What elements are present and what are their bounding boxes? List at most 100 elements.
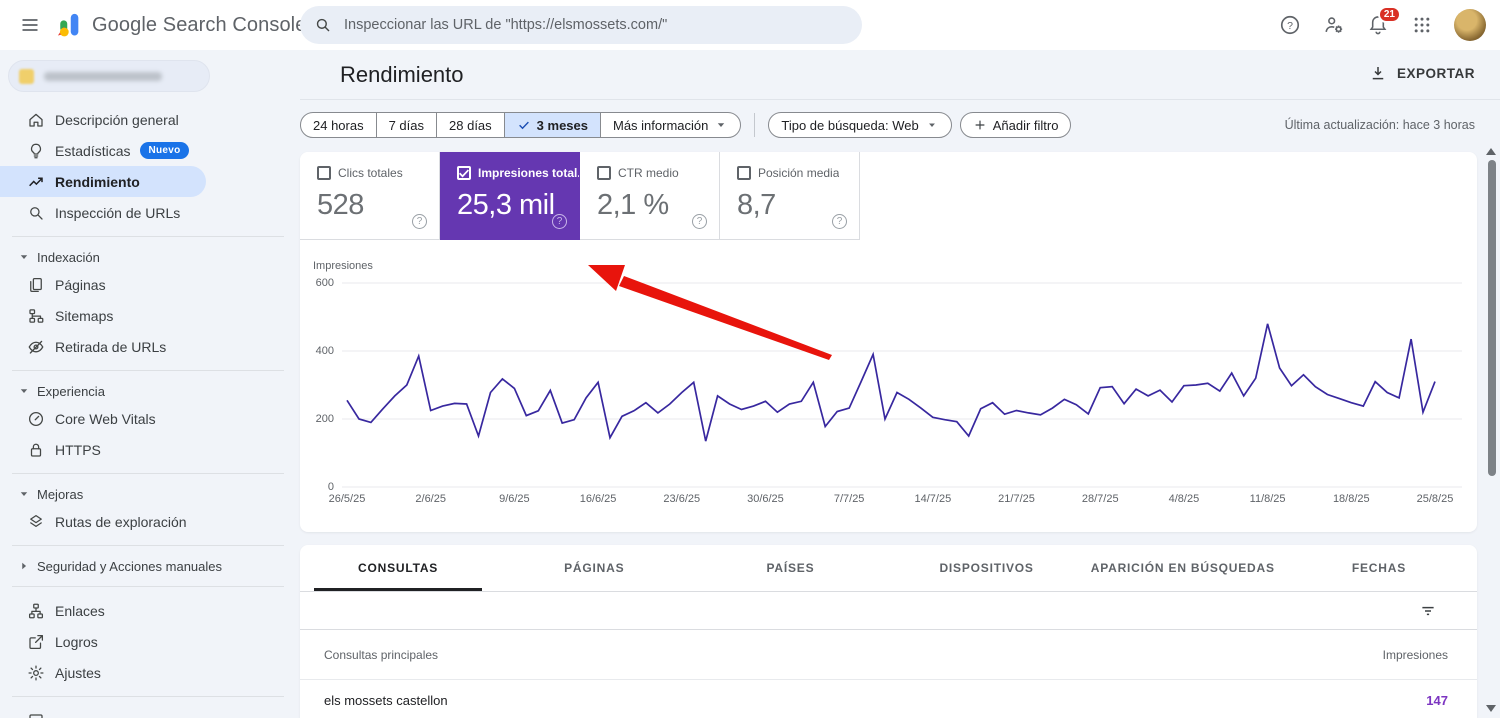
sidebar-item-sitemaps[interactable]: Sitemaps: [0, 300, 206, 331]
sidebar-item-estadisticas[interactable]: EstadísticasNuevo: [0, 135, 206, 166]
sidebar-section-mejoras[interactable]: Mejoras: [0, 482, 300, 506]
core-web-vitals-icon: [27, 410, 45, 428]
app-title: Google Search Console: [92, 14, 306, 37]
tab-paises[interactable]: PAÍSES: [692, 545, 888, 591]
sidebar-item-paginas[interactable]: Páginas: [0, 269, 206, 300]
lightbulb-icon: [27, 142, 45, 160]
google-search-console-app: Google Search Console ? 21: [0, 0, 1500, 718]
tab-paginas[interactable]: PÁGINAS: [496, 545, 692, 591]
sidebar-item-retirada-de-urls[interactable]: Retirada de URLs: [0, 331, 206, 362]
tab-dispositivos[interactable]: DISPOSITIVOS: [889, 545, 1085, 591]
metric-checkbox[interactable]: [457, 166, 471, 180]
date-range-label: 7 días: [389, 118, 424, 133]
sidebar-divider: [12, 696, 284, 697]
metric-label: CTR medio: [618, 166, 679, 180]
export-button[interactable]: EXPORTAR: [1369, 64, 1475, 82]
sidebar-item-label: Rendimiento: [55, 174, 140, 190]
export-label: EXPORTAR: [1397, 66, 1475, 81]
sidebar-section-seguridad-y-acciones-manuales[interactable]: Seguridad y Acciones manuales: [0, 554, 300, 578]
sidebar-item-descripcion-general[interactable]: Descripción general: [0, 104, 206, 135]
sidebar-item-enlaces[interactable]: Enlaces: [0, 595, 206, 626]
url-inspect-search-bar[interactable]: [300, 6, 862, 44]
sidebar-section-indexacion[interactable]: Indexación: [0, 245, 300, 269]
scrollbar-down-arrow[interactable]: [1486, 705, 1496, 712]
x-axis-tick-label: 30/6/25: [733, 493, 797, 505]
tab-aparicion-en-busquedas[interactable]: APARICIÓN EN BÚSQUEDAS: [1085, 545, 1281, 591]
sidebar: Descripción generalEstadísticasNuevo Rend…: [0, 50, 300, 718]
sidebar-item-label: Logros: [55, 634, 98, 650]
help-icon[interactable]: ?: [1278, 13, 1302, 37]
filter-funnel-icon[interactable]: [1419, 602, 1437, 620]
table-filter-row: [300, 592, 1477, 630]
metric-cards-row: Clics totales528?Impresiones total...25,…: [300, 152, 860, 240]
metric-label-row: Impresiones total...: [457, 166, 579, 180]
hamburger-menu-icon[interactable]: [18, 13, 42, 37]
x-axis-tick-label: 14/7/25: [901, 493, 965, 505]
metric-checkbox[interactable]: [597, 166, 611, 180]
feedback-icon: [27, 712, 45, 718]
google-apps-grid-icon[interactable]: [1410, 13, 1434, 37]
column-impressions[interactable]: Impresiones: [1383, 648, 1448, 662]
metric-help-icon[interactable]: ?: [832, 214, 847, 229]
collapse-arrow-icon: [17, 559, 31, 573]
x-axis-tick-label: 21/7/25: [985, 493, 1049, 505]
url-inspect-input[interactable]: [342, 16, 848, 34]
header-actions: ? 21: [1278, 0, 1486, 50]
date-range-label: 3 meses: [537, 118, 588, 133]
date-range-24-horas[interactable]: 24 horas: [301, 113, 376, 137]
search-console-logo-icon: [54, 10, 84, 40]
user-avatar[interactable]: [1454, 9, 1486, 41]
x-axis-tick-label: 18/8/25: [1319, 493, 1383, 505]
x-axis-tick-label: 25/8/25: [1403, 493, 1467, 505]
search-type-chip[interactable]: Tipo de búsqueda: Web: [768, 112, 951, 138]
sidebar-item-label: HTTPS: [55, 442, 101, 458]
sidebar-item-logros[interactable]: Logros: [0, 626, 206, 657]
sidebar-item-rendimiento[interactable]: Rendimiento: [0, 166, 206, 197]
links-icon: [27, 602, 45, 620]
sidebar-item-ajustes[interactable]: Ajustes: [0, 657, 206, 688]
notifications-bell-icon[interactable]: 21: [1366, 13, 1390, 37]
pages-icon: [27, 276, 45, 294]
table-row[interactable]: els mossets castellon147: [300, 680, 1477, 718]
tab-consultas[interactable]: CONSULTAS: [300, 545, 496, 591]
metric-label-row: CTR medio: [597, 166, 719, 180]
dimension-tabs: CONSULTASPÁGINASPAÍSESDISPOSITIVOSAPARIC…: [300, 545, 1477, 592]
expand-arrow-icon: [17, 487, 31, 501]
sidebar-section-label: Seguridad y Acciones manuales: [37, 559, 222, 574]
scrollbar-up-arrow[interactable]: [1486, 148, 1496, 155]
sidebar-item-partial[interactable]: [0, 705, 206, 718]
metric-checkbox[interactable]: [317, 166, 331, 180]
tab-fechas[interactable]: FECHAS: [1281, 545, 1477, 591]
table-header-row: Consultas principales Impresiones: [300, 630, 1477, 680]
sidebar-item-https[interactable]: HTTPS: [0, 434, 206, 465]
metric-help-icon[interactable]: ?: [552, 214, 567, 229]
metric-help-icon[interactable]: ?: [692, 214, 707, 229]
scrollbar-thumb[interactable]: [1488, 160, 1496, 476]
metric-card-posicion-media[interactable]: Posición media8,7?: [720, 152, 860, 240]
sidebar-item-core-web-vitals[interactable]: Core Web Vitals: [0, 403, 206, 434]
sidebar-item-inspeccion-de-urls[interactable]: Inspección de URLs: [0, 197, 206, 228]
metric-card-impresiones-total[interactable]: Impresiones total...25,3 mil?: [440, 152, 580, 240]
sitemaps-icon: [27, 307, 45, 325]
x-axis-tick-label: 16/6/25: [566, 493, 630, 505]
title-divider: [300, 99, 1500, 100]
sidebar-section-experiencia[interactable]: Experiencia: [0, 379, 300, 403]
metric-checkbox[interactable]: [737, 166, 751, 180]
property-selector[interactable]: [8, 60, 210, 92]
date-range-28-dias[interactable]: 28 días: [436, 113, 504, 137]
metric-card-clics-totales[interactable]: Clics totales528?: [300, 152, 440, 240]
date-range-3-meses[interactable]: 3 meses: [504, 113, 600, 137]
notification-count-badge: 21: [1378, 6, 1401, 23]
url-inspection-icon: [27, 204, 45, 222]
metric-help-icon[interactable]: ?: [412, 214, 427, 229]
metric-label-row: Clics totales: [317, 166, 439, 180]
date-range-mas-informacion[interactable]: Más información: [600, 113, 740, 137]
dimensions-table-panel: CONSULTASPÁGINASPAÍSESDISPOSITIVOSAPARIC…: [300, 545, 1477, 718]
checkmark-icon: [457, 166, 471, 180]
date-range-7-dias[interactable]: 7 días: [376, 113, 436, 137]
metric-card-ctr-medio[interactable]: CTR medio2,1 %?: [580, 152, 720, 240]
sidebar-item-rutas-de-exploracion[interactable]: Rutas de exploración: [0, 506, 206, 537]
user-settings-icon[interactable]: [1322, 13, 1346, 37]
impressions-chart[interactable]: Impresiones 020040060026/5/252/6/259/6/2…: [300, 240, 1477, 532]
add-filter-chip[interactable]: Añadir filtro: [960, 112, 1072, 138]
